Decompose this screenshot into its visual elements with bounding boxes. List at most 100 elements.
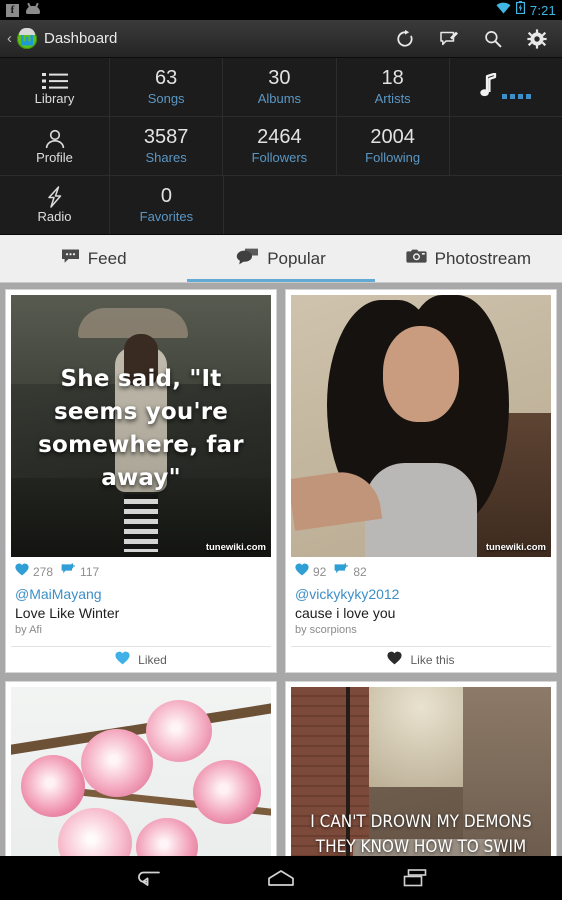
share-count-group: 117 <box>61 563 99 581</box>
stat-cell-artists[interactable]: 18 Artists <box>337 58 450 116</box>
card-image[interactable]: tunewiki.com <box>291 295 551 557</box>
feed-card[interactable]: I CAN'T DROWN MY DEMONS THEY KNOW HOW TO… <box>285 681 557 861</box>
card-image[interactable]: I CAN'T DROWN MY DEMONS THEY KNOW HOW TO… <box>291 687 551 861</box>
now-playing-cell[interactable] <box>450 58 562 116</box>
tab-bar: Feed Popular <box>0 235 562 283</box>
like-button-label: Like this <box>410 653 454 667</box>
stat-value: 3587 <box>144 126 189 149</box>
stat-label: Followers <box>252 149 308 166</box>
stats-nav-label: Profile <box>36 149 73 166</box>
feed-grid: She said, "It seems you're somewhere, fa… <box>5 289 557 861</box>
heart-icon <box>115 651 130 668</box>
card-image[interactable]: She said, "It seems you're somewhere, fa… <box>11 295 271 557</box>
search-button[interactable] <box>482 28 504 50</box>
like-button-label: Liked <box>138 653 167 667</box>
clock: 7:21 <box>530 3 556 18</box>
stat-cell-following[interactable]: 2004 Following <box>337 117 450 175</box>
action-bar-buttons <box>394 28 554 50</box>
tab-popular[interactable]: Popular <box>187 235 374 282</box>
stats-row-radio: Radio 0 Favorites <box>0 176 562 234</box>
person-icon <box>44 127 66 149</box>
back-nav-button[interactable] <box>134 868 160 888</box>
stat-value: 63 <box>155 67 177 90</box>
facebook-icon: f <box>6 4 19 17</box>
card-username[interactable]: @MaiMayang <box>15 585 267 604</box>
tab-photostream[interactable]: Photostream <box>375 235 562 282</box>
card-artist: by Afi <box>15 623 267 638</box>
home-nav-button[interactable] <box>267 869 295 887</box>
sidebar-item-profile[interactable]: Profile <box>0 117 110 175</box>
compose-button[interactable] <box>438 28 460 50</box>
stat-cell-songs[interactable]: 63 Songs <box>110 58 223 116</box>
refresh-button[interactable] <box>394 28 416 50</box>
heart-icon <box>15 563 29 581</box>
stat-label: Artists <box>375 90 411 107</box>
stat-cell-shares[interactable]: 3587 Shares <box>110 117 223 175</box>
card-artist: by scorpions <box>295 623 547 638</box>
tab-feed[interactable]: Feed <box>0 235 187 282</box>
sidebar-item-library[interactable]: Library <box>0 58 110 116</box>
stat-value: 0 <box>161 185 172 208</box>
tab-label: Feed <box>88 249 127 269</box>
back-chevron-icon[interactable]: ‹ <box>4 30 15 47</box>
share-count-group: 82 <box>334 563 366 581</box>
like-button[interactable]: Like this <box>291 646 551 672</box>
stats-empty-cell <box>449 176 562 234</box>
heart-icon <box>295 563 309 581</box>
system-navigation-bar <box>0 856 562 900</box>
stat-cell-followers[interactable]: 2464 Followers <box>223 117 336 175</box>
share-icon <box>61 563 76 581</box>
card-image[interactable]: HAPPY MOTHERS DAY <box>11 687 271 861</box>
like-button[interactable]: Liked <box>11 646 271 672</box>
stat-cell-favorites[interactable]: 0 Favorites <box>110 176 224 234</box>
status-bar: f 7:21 <box>0 0 562 20</box>
stat-value: 2004 <box>370 126 415 149</box>
stats-empty-cell <box>224 176 337 234</box>
sidebar-item-radio[interactable]: Radio <box>0 176 110 234</box>
stat-cell-albums[interactable]: 30 Albums <box>223 58 336 116</box>
recents-nav-button[interactable] <box>402 868 428 888</box>
card-title: cause i love you <box>295 604 547 623</box>
stats-nav-label: Library <box>35 90 75 107</box>
app-screen: f 7:21 ‹ Dashboard <box>0 0 562 900</box>
stats-row-profile: Profile 3587 Shares 2464 Followers 2004 … <box>0 117 562 176</box>
status-bar-system: 7:21 <box>496 1 556 19</box>
page-title: Dashboard <box>44 30 117 47</box>
card-counts: 92 82 <box>295 563 547 581</box>
double-bubble-icon <box>236 248 259 270</box>
feed-card[interactable]: She said, "It seems you're somewhere, fa… <box>5 289 277 673</box>
battery-icon <box>516 1 525 19</box>
card-title: Love Like Winter <box>15 604 267 623</box>
like-count-group: 278 <box>15 563 53 581</box>
app-logo-icon[interactable] <box>17 29 37 49</box>
heart-icon <box>387 651 402 668</box>
tab-label: Photostream <box>435 249 531 269</box>
stats-grid: Library 63 Songs 30 Albums 18 Artists <box>0 58 562 235</box>
stat-label: Songs <box>148 90 185 107</box>
stats-empty-cell <box>337 176 450 234</box>
feed-card[interactable]: tunewiki.com 92 <box>285 289 557 673</box>
card-meta: 92 82 <box>291 557 551 646</box>
stat-value: 2464 <box>257 126 302 149</box>
image-overlay-text: I CAN'T DROWN MY DEMONS THEY KNOW HOW TO… <box>291 810 551 860</box>
feed-list[interactable]: She said, "It seems you're somewhere, fa… <box>0 283 562 861</box>
like-count-group: 92 <box>295 563 326 581</box>
settings-button[interactable] <box>526 28 548 50</box>
action-bar: ‹ Dashboard <box>0 20 562 58</box>
camera-icon <box>406 248 427 269</box>
speech-bubble-icon <box>61 248 80 269</box>
feed-card[interactable]: HAPPY MOTHERS DAY <box>5 681 277 861</box>
android-icon <box>26 5 40 16</box>
stat-label: Favorites <box>140 208 193 225</box>
watermark: tunewiki.com <box>206 542 266 553</box>
feed-column-right: tunewiki.com 92 <box>285 289 557 861</box>
wifi-icon <box>496 1 511 19</box>
tab-label: Popular <box>267 249 326 269</box>
card-username[interactable]: @vickykyky2012 <box>295 585 547 604</box>
list-icon <box>42 68 68 90</box>
image-overlay-text: She said, "It seems you're somewhere, fa… <box>11 363 271 495</box>
equalizer-dots-icon <box>502 94 531 102</box>
stat-label: Shares <box>146 149 187 166</box>
watermark: tunewiki.com <box>486 542 546 553</box>
share-count: 82 <box>353 565 366 579</box>
